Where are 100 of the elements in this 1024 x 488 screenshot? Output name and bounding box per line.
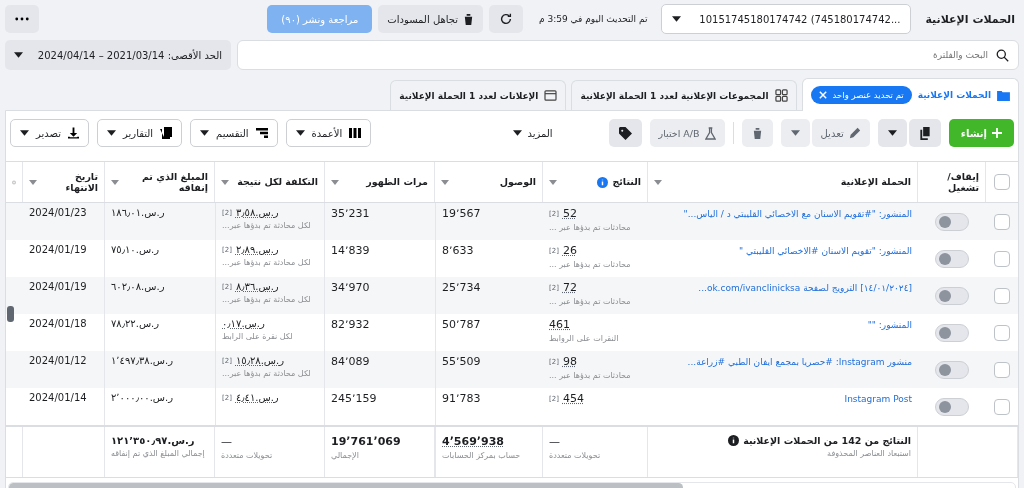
selection-chip[interactable]: تم تحديد عنصر واحد bbox=[810, 86, 912, 104]
dropdown-button[interactable] bbox=[780, 119, 810, 147]
impressions-total: 19٬761٬069 bbox=[331, 435, 401, 448]
column-header[interactable]: مرات الظهور bbox=[366, 176, 428, 188]
reach-value: 8٬633 bbox=[442, 244, 474, 257]
column-header[interactable]: الحملة الإعلانية bbox=[840, 176, 911, 188]
column-header[interactable]: المبلغ الذي تم إنفاقه bbox=[123, 170, 208, 194]
reach-value: 50٬787 bbox=[442, 318, 481, 331]
results-value: 52 bbox=[562, 207, 577, 220]
campaign-name-link[interactable]: المنشور: "#تقويم الاسنان مع الاخصائي القليبتي د / الياس..." bbox=[654, 209, 912, 219]
cost-type-text: لكل محادثة تم بدؤها عبر... bbox=[222, 295, 311, 304]
sort-caret-icon[interactable] bbox=[221, 179, 229, 185]
amount-spent-value: ر.س.٧٥٫١٠ bbox=[111, 244, 160, 255]
campaign-name-link[interactable]: Instagram Post bbox=[654, 394, 912, 404]
cost-value: ر.س.٣٫٥٨ bbox=[235, 207, 279, 218]
row-checkbox[interactable] bbox=[994, 361, 1010, 378]
results-value: 98 bbox=[562, 355, 577, 368]
results-total-label: تحويلات متعددة bbox=[549, 451, 601, 460]
result-type-text: محادثات تم بدؤها عبر ... bbox=[549, 223, 631, 232]
caret-icon bbox=[887, 130, 897, 136]
caret-icon bbox=[14, 52, 23, 58]
trash-icon bbox=[463, 12, 474, 26]
more-options-button[interactable] bbox=[5, 5, 39, 33]
toggle-switch[interactable] bbox=[935, 286, 969, 305]
breakdown-dropdown[interactable]: التقسيم bbox=[190, 119, 278, 147]
sort-caret-icon[interactable] bbox=[549, 179, 557, 185]
amount-spent-value: ر.س.٢٬٠٠٠٫٠٠ bbox=[111, 392, 174, 403]
row-checkbox[interactable] bbox=[994, 324, 1010, 341]
sort-caret-icon[interactable] bbox=[441, 179, 449, 185]
row-checkbox[interactable] bbox=[994, 250, 1010, 267]
campaign-name-link[interactable]: المنشور: "" bbox=[654, 320, 912, 330]
toggle-switch[interactable] bbox=[935, 360, 969, 379]
grid-icon bbox=[774, 89, 788, 102]
reach-value: 55٬509 bbox=[442, 355, 481, 368]
columns-icon bbox=[349, 128, 362, 138]
page-title: الحملات الإعلانية bbox=[925, 12, 1015, 26]
impressions-value: 34٬970 bbox=[331, 281, 370, 294]
toggle-switch[interactable] bbox=[935, 249, 969, 268]
row-checkbox[interactable] bbox=[994, 287, 1010, 304]
select-all-checkbox[interactable] bbox=[994, 174, 1010, 190]
close-icon[interactable] bbox=[818, 91, 827, 99]
column-header[interactable]: إيقاف/تشغيل bbox=[924, 170, 979, 194]
duplicate-button[interactable] bbox=[908, 119, 941, 147]
dropdown-button[interactable] bbox=[877, 119, 907, 147]
sort-caret-icon[interactable] bbox=[29, 179, 37, 185]
tag-button[interactable] bbox=[608, 119, 642, 147]
cost-value: ر.س.٤٫٤١ bbox=[235, 392, 279, 403]
last-updated-text: تم التحديث اليوم في 3:59 م bbox=[539, 14, 648, 24]
reach-total-label: حساب بمركز الحسابات bbox=[442, 451, 521, 460]
results-value: 461 bbox=[549, 318, 570, 331]
result-type-text: النقرات على الروابط bbox=[549, 334, 619, 343]
cost-total-label: تحويلات متعددة bbox=[221, 451, 273, 460]
row-checkbox[interactable] bbox=[994, 213, 1010, 230]
toggle-switch[interactable] bbox=[935, 212, 969, 231]
info-icon[interactable] bbox=[728, 435, 740, 446]
export-dropdown[interactable]: تصدير bbox=[10, 119, 89, 147]
column-header[interactable]: النتائج bbox=[612, 176, 641, 188]
impressions-value: 82٬932 bbox=[331, 318, 370, 331]
totals-summary: النتائج من 142 من الحملات الإعلانية bbox=[743, 435, 911, 446]
caret-icon bbox=[200, 130, 210, 136]
columns-dropdown[interactable]: الأعمدة bbox=[285, 119, 372, 147]
caret-icon bbox=[20, 130, 29, 136]
window-icon bbox=[544, 90, 558, 101]
end-date-value: 2024/01/18 bbox=[29, 318, 87, 329]
impressions-value: 245٬159 bbox=[331, 392, 377, 405]
more-dropdown[interactable]: المزيد bbox=[505, 127, 561, 139]
end-date-value: 2024/01/12 bbox=[29, 355, 87, 366]
account-dropdown[interactable]: 10151745180174742 (745180174742... bbox=[661, 4, 912, 34]
scrollbar-thumb[interactable] bbox=[7, 306, 14, 322]
refresh-button[interactable] bbox=[489, 5, 523, 33]
trash-icon bbox=[751, 126, 763, 140]
column-header[interactable]: التكلفة لكل نتيجة bbox=[237, 176, 318, 188]
campaign-name-link[interactable]: [١٤/٠١/٢٠٢٤] الترويج لصفحة ok.com/ivanclinicksa... bbox=[654, 283, 912, 293]
toggle-switch[interactable] bbox=[935, 397, 969, 416]
amount-spent-value: ر.س.١٨٦٫٠١ bbox=[111, 207, 165, 218]
column-header[interactable]: الوصول bbox=[499, 176, 536, 188]
caret-icon bbox=[790, 130, 800, 136]
campaign-name-link[interactable]: المنشور: "تقويم الاسنان #الاخصائي القليبتي " bbox=[654, 246, 912, 256]
cost-value: ر.س.١٥٫٢٨ bbox=[235, 355, 285, 366]
search-field[interactable]: البحث والفلترة bbox=[237, 40, 1019, 70]
caret-icon bbox=[107, 130, 116, 136]
toggle-switch[interactable] bbox=[935, 323, 969, 342]
sort-caret-icon[interactable] bbox=[111, 179, 119, 185]
tab[interactable]: الحملات الإعلانية تم تحديد عنصر واحد bbox=[801, 78, 1019, 111]
impressions-value: 35٬231 bbox=[331, 207, 370, 220]
amount-spent-total-label: إجمالي المبلغ الذي تم إنفاقه bbox=[111, 449, 205, 458]
reports-dropdown[interactable]: التقارير bbox=[97, 119, 183, 147]
discard-drafts-button[interactable]: تجاهل المسودات bbox=[378, 5, 483, 33]
download-icon bbox=[68, 127, 79, 139]
campaign-name-link[interactable]: منشور Instagram: #حصريا بمجمع ايفان الطبي #زراعة... bbox=[654, 357, 912, 367]
sort-caret-icon[interactable] bbox=[331, 179, 339, 185]
column-header[interactable]: تاريخ الانتهاء bbox=[41, 170, 98, 194]
reach-value: 19٬567 bbox=[442, 207, 481, 220]
amount-spent-value: ر.س.٧٨٫٢٢ bbox=[111, 318, 160, 329]
totals-note: استبعاد العناصر المحذوفة bbox=[827, 449, 911, 458]
sort-caret-icon[interactable] bbox=[654, 179, 662, 185]
cost-type-text: لكل محادثة تم بدؤها عبر... bbox=[222, 221, 311, 230]
row-checkbox[interactable] bbox=[994, 398, 1010, 415]
date-range-dropdown[interactable]: الحد الأقصى: 2021/03/14 – 2024/04/14 bbox=[5, 40, 231, 70]
plus-icon bbox=[992, 128, 1002, 138]
